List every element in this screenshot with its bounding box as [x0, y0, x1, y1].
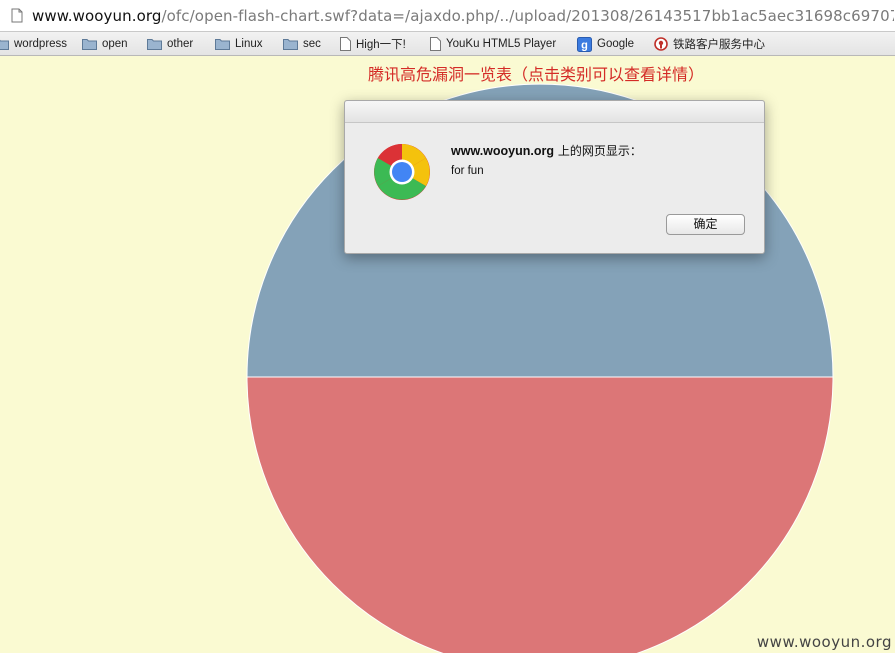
bookmarks-bar: wordpress open other Linux sec High一下! Y…	[0, 32, 895, 56]
page-icon	[430, 37, 441, 51]
bookmark-wordpress[interactable]: wordpress	[0, 32, 68, 55]
url-text[interactable]: www.wooyun.org/ofc/open-flash-chart.swf?…	[32, 7, 894, 25]
dialog-heading-suffix: 上的网页显示：	[554, 144, 642, 158]
url-host: www.wooyun.org	[32, 6, 162, 25]
bookmark-high[interactable]: High一下!	[340, 32, 406, 55]
bookmark-other[interactable]: other	[147, 32, 194, 55]
bookmark-google[interactable]: g Google	[577, 32, 635, 55]
bookmark-railway[interactable]: 铁路客户服务中心	[654, 32, 765, 55]
bookmark-label: Linux	[235, 38, 263, 50]
bookmark-label: other	[167, 38, 194, 50]
bookmark-label: open	[102, 38, 128, 50]
railway-icon	[654, 37, 668, 51]
bookmark-label: 铁路客户服务中心	[673, 39, 765, 51]
chart-title: 腾讯高危漏洞一览表（点击类别可以查看详情）	[367, 65, 704, 84]
folder-icon	[215, 39, 230, 50]
bookmark-label: sec	[303, 38, 321, 50]
bookmark-sec[interactable]: sec	[283, 32, 321, 55]
google-icon: g	[577, 36, 592, 52]
page-icon	[11, 8, 23, 23]
bookmark-youku-html5-player[interactable]: YouKu HTML5 Player	[430, 32, 557, 55]
page-icon	[340, 37, 351, 51]
bookmark-label: High一下!	[356, 39, 406, 51]
ok-button[interactable]: 确定	[666, 214, 745, 235]
watermark: www.wooyun.org	[756, 633, 892, 651]
address-bar[interactable]: www.wooyun.org/ofc/open-flash-chart.swf?…	[0, 0, 895, 32]
dialog-heading: www.wooyun.org 上的网页显示：	[451, 142, 642, 159]
bookmark-linux[interactable]: Linux	[215, 32, 263, 55]
dialog-heading-host: www.wooyun.org	[451, 144, 555, 158]
folder-icon	[82, 39, 97, 50]
folder-icon	[0, 39, 9, 50]
dialog-message: for fun	[451, 165, 484, 177]
svg-text:g: g	[581, 39, 588, 51]
folder-icon	[147, 39, 162, 50]
alert-dialog: www.wooyun.org 上的网页显示： for fun 确定	[344, 100, 765, 254]
chrome-icon	[374, 144, 430, 200]
bookmark-label: Google	[597, 38, 635, 50]
dialog-titlebar[interactable]	[345, 101, 764, 123]
bookmark-label: YouKu HTML5 Player	[446, 38, 557, 50]
folder-icon	[283, 39, 298, 50]
url-path: /ofc/open-flash-chart.swf?data=/ajaxdo.p…	[161, 6, 894, 25]
bookmark-open[interactable]: open	[82, 32, 128, 55]
pie-slice-2[interactable]	[246, 376, 834, 653]
bookmark-label: wordpress	[14, 38, 68, 50]
